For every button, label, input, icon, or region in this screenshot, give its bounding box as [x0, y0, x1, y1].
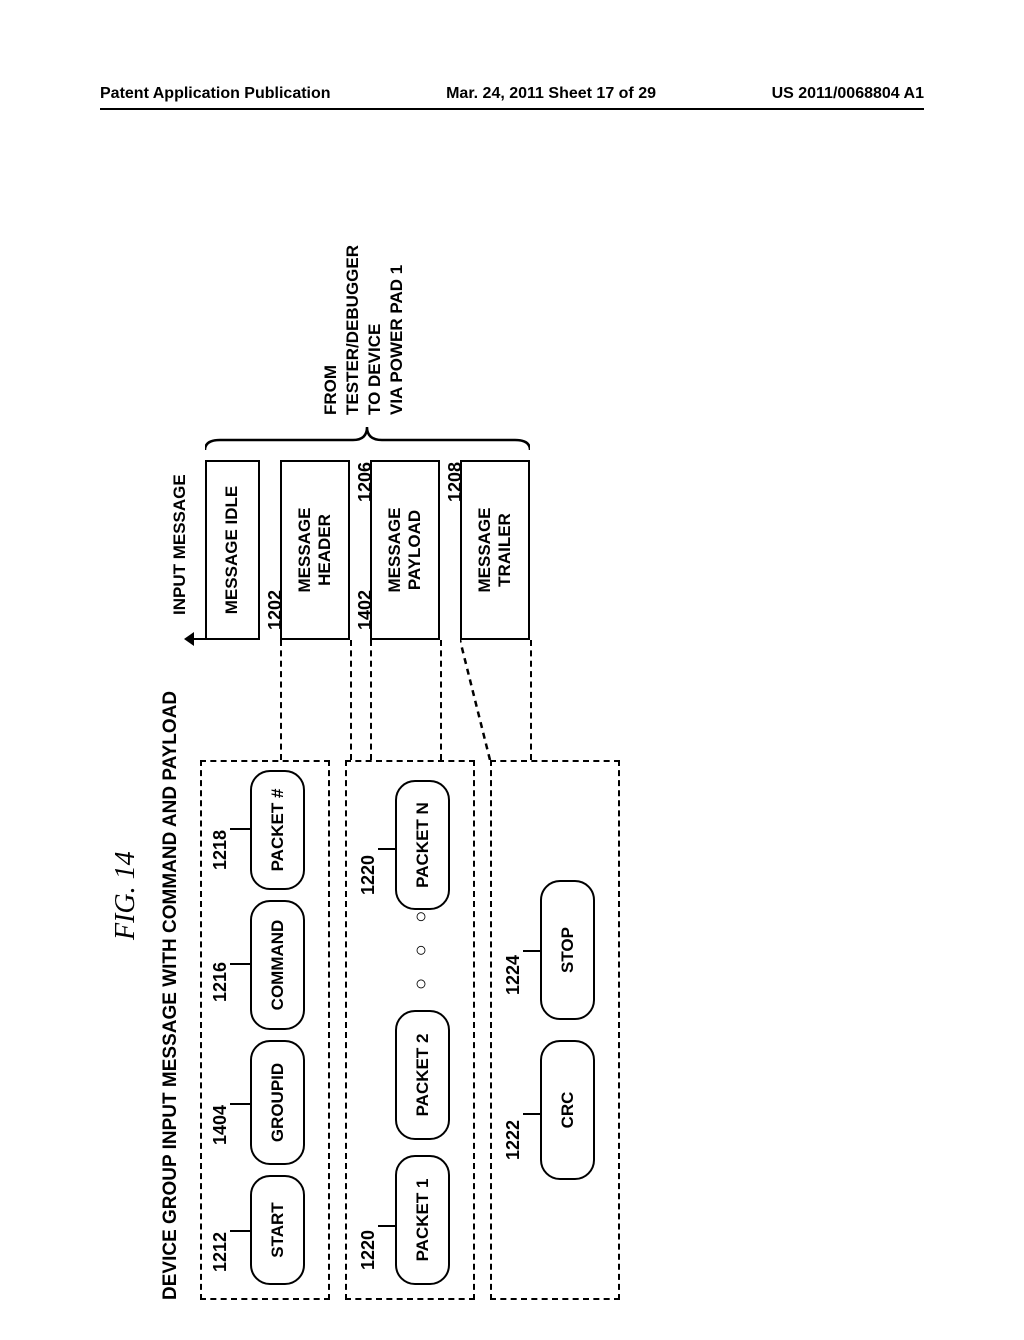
msg-trailer-box: MESSAGE TRAILER: [460, 460, 530, 640]
ref-1218: 1218: [210, 830, 231, 870]
conn-header-top: [280, 640, 282, 760]
lead-1212: [230, 1230, 250, 1232]
brace-icon: [205, 425, 530, 455]
ref-1402: 1402: [355, 590, 376, 630]
packet1-pill: PACKET 1: [395, 1155, 450, 1285]
ref-1222: 1222: [503, 1120, 524, 1160]
header-left: Patent Application Publication: [100, 85, 331, 103]
conn-trailer-top-wrap: [460, 640, 530, 760]
ref-1220b: 1220: [358, 855, 379, 895]
header-right: US 2011/0068804 A1: [772, 85, 924, 103]
msg-header-box: MESSAGE HEADER: [280, 460, 350, 640]
brace-label: FROM TESTER/DEBUGGER TO DEVICE VIA POWER…: [320, 245, 408, 415]
ref-1216: 1216: [210, 962, 231, 1002]
ref-1212: 1212: [210, 1232, 231, 1272]
figure-subtitle: DEVICE GROUP INPUT MESSAGE WITH COMMAND …: [160, 691, 182, 1300]
lead-1220b: [378, 848, 395, 850]
input-message-label: INPUT MESSAGE: [170, 474, 190, 615]
dots: ○ ○ ○: [410, 903, 433, 990]
conn-trailer-bot: [530, 640, 532, 760]
conn-header-bot: [350, 640, 352, 760]
diagram-container: FIG. 14 DEVICE GROUP INPUT MESSAGE WITH …: [0, 130, 1024, 1320]
packet-num-pill: PACKET #: [250, 770, 305, 890]
lead-1224: [523, 950, 540, 952]
packet2-pill: PACKET 2: [395, 1010, 450, 1140]
ref-1208: 1208: [445, 462, 466, 502]
groupid-pill: GROUPID: [250, 1040, 305, 1165]
ref-1220a: 1220: [358, 1230, 379, 1270]
ref-1404: 1404: [210, 1105, 231, 1145]
conn-trailer-diag: [460, 640, 530, 760]
header-rule: [100, 108, 924, 110]
packetn-pill: PACKET N: [395, 780, 450, 910]
figure-diagram: FIG. 14 DEVICE GROUP INPUT MESSAGE WITH …: [110, 240, 910, 1340]
header-center: Mar. 24, 2011 Sheet 17 of 29: [446, 85, 656, 103]
ref-1202: 1202: [265, 590, 286, 630]
lead-1404: [230, 1103, 250, 1105]
lead-1216: [230, 963, 250, 965]
trailer-group-box: [490, 760, 620, 1300]
lead-1222: [523, 1113, 540, 1115]
lead-1218: [230, 828, 250, 830]
ref-1224: 1224: [503, 955, 524, 995]
figure-title: FIG. 14: [110, 851, 142, 940]
msg-idle-box: MESSAGE IDLE: [205, 460, 260, 640]
msg-payload-box: MESSAGE PAYLOAD: [370, 460, 440, 640]
arrow-up-head: [184, 632, 194, 646]
command-pill: COMMAND: [250, 900, 305, 1030]
crc-pill: CRC: [540, 1040, 595, 1180]
conn-payload-top: [370, 640, 372, 760]
stop-pill: STOP: [540, 880, 595, 1020]
ref-1206: 1206: [355, 462, 376, 502]
lead-1220a: [378, 1225, 395, 1227]
conn-payload-bot: [440, 640, 442, 760]
start-pill: START: [250, 1175, 305, 1285]
